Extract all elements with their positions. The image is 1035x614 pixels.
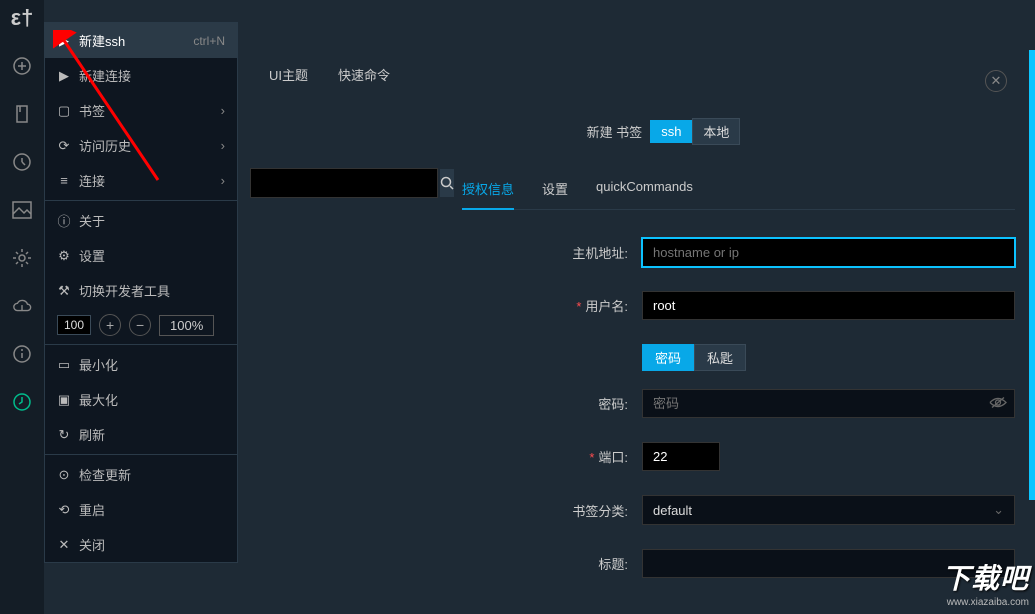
info-icon: ⓘ (57, 211, 71, 230)
eye-icon[interactable] (989, 396, 1007, 411)
search-box (250, 168, 438, 198)
menu-zoom: 100 + − 100% (45, 308, 237, 342)
restart-icon: ⟲ (57, 502, 71, 518)
menu-label: 刷新 (79, 425, 105, 444)
mode-label: 新建 书签 (587, 122, 643, 141)
gear-icon: ⚙ (57, 248, 71, 264)
plus-icon[interactable] (12, 56, 32, 76)
terminal-icon: ▶ (57, 68, 71, 84)
user-label: *用户名: (462, 296, 642, 315)
menu-label: 新建ssh (79, 31, 125, 50)
category-select[interactable]: default ⌄ (642, 495, 1015, 525)
menu-label: 关闭 (79, 535, 105, 554)
menu-label: 设置 (79, 246, 105, 265)
main-form: 新建 书签 ssh 本地 授权信息 设置 quickCommands 主机地址:… (462, 118, 1015, 614)
chevron-right-icon: › (221, 103, 225, 118)
menu-maximize[interactable]: ▣ 最大化 (45, 382, 237, 417)
close-icon: ✕ (57, 537, 71, 553)
title-input[interactable] (642, 549, 1015, 578)
host-label: 主机地址: (462, 243, 642, 262)
search-input[interactable] (251, 169, 440, 197)
settings-icon[interactable] (12, 248, 32, 268)
auth-tab-privatekey[interactable]: 私匙 (694, 344, 746, 371)
host-input[interactable] (642, 238, 1015, 267)
menu-minimize[interactable]: ▭ 最小化 (45, 347, 237, 382)
menu-close[interactable]: ✕ 关闭 (45, 527, 237, 562)
password-input[interactable] (642, 389, 1015, 418)
menu-label: 检查更新 (79, 465, 131, 484)
history-icon[interactable] (12, 152, 32, 172)
history-icon: ⟳ (57, 138, 71, 154)
menu-shortcut: ctrl+N (193, 34, 225, 48)
menu-refresh[interactable]: ↻ 刷新 (45, 417, 237, 452)
zoom-in-button[interactable]: + (99, 314, 121, 336)
close-panel-button[interactable]: ✕ (985, 70, 1007, 92)
form-tab-auth[interactable]: 授权信息 (462, 173, 514, 210)
menu-label: 访问历史 (79, 136, 131, 155)
auth-tab-password[interactable]: 密码 (642, 344, 694, 371)
refresh-icon: ↻ (57, 427, 71, 443)
menu-connections[interactable]: ≡ 连接 › (45, 163, 237, 198)
title-label: 标题: (462, 554, 642, 573)
wrench-icon: ⚒ (57, 283, 71, 299)
tab-ui-theme[interactable]: UI主题 (269, 65, 308, 84)
chevron-right-icon: › (221, 173, 225, 188)
port-input[interactable] (642, 442, 720, 471)
mode-tab-ssh[interactable]: ssh (650, 120, 692, 143)
menu-history[interactable]: ⟳ 访问历史 › (45, 128, 237, 163)
menu-about[interactable]: ⓘ 关于 (45, 203, 237, 238)
menu-label: 书签 (79, 101, 105, 120)
menu-label: 关于 (79, 211, 105, 230)
search-icon (440, 176, 454, 190)
app-logo: ε† (12, 8, 32, 28)
list-icon: ≡ (57, 173, 71, 188)
scrollbar[interactable] (1029, 50, 1035, 500)
image-icon[interactable] (12, 200, 32, 220)
form-tab-settings[interactable]: 设置 (542, 173, 568, 210)
menu-label: 新建连接 (79, 66, 131, 85)
menu-separator (45, 344, 237, 345)
username-input[interactable] (642, 291, 1015, 320)
menu-label: 最大化 (79, 390, 118, 409)
form-tab-quickcommands[interactable]: quickCommands (596, 173, 693, 210)
mode-tab-local[interactable]: 本地 (692, 118, 740, 145)
maximize-icon: ▣ (57, 392, 71, 408)
menu-label: 最小化 (79, 355, 118, 374)
cloud-icon[interactable] (12, 296, 32, 316)
password-label: 密码: (462, 394, 642, 413)
menu-devtools[interactable]: ⚒ 切换开发者工具 (45, 273, 237, 308)
menu-settings[interactable]: ⚙ 设置 (45, 238, 237, 273)
menu-check-update[interactable]: ⊙ 检查更新 (45, 457, 237, 492)
bookmark-icon: ▢ (57, 103, 71, 119)
menu-restart[interactable]: ⟲ 重启 (45, 492, 237, 527)
menu-new-ssh[interactable]: ▶ 新建ssh ctrl+N (45, 23, 237, 58)
menu-separator (45, 200, 237, 201)
menu-label: 重启 (79, 500, 105, 519)
menu-separator (45, 454, 237, 455)
context-menu: ▶ 新建ssh ctrl+N ▶ 新建连接 ▢ 书签 › ⟳ 访问历史 › ≡ … (44, 22, 238, 563)
menu-new-connection[interactable]: ▶ 新建连接 (45, 58, 237, 93)
zoom-out-button[interactable]: − (129, 314, 151, 336)
zoom-percent[interactable]: 100% (159, 315, 214, 336)
port-label: *端口: (462, 447, 642, 466)
sidebar: ε† (0, 0, 44, 614)
search-button[interactable] (440, 169, 454, 197)
minimize-icon: ▭ (57, 357, 71, 373)
menu-bookmarks[interactable]: ▢ 书签 › (45, 93, 237, 128)
bookmark-icon[interactable] (12, 104, 32, 124)
tab-quick-commands[interactable]: 快速命令 (338, 65, 390, 84)
terminal-icon: ▶ (57, 33, 71, 49)
chevron-down-icon: ⌄ (993, 502, 1004, 518)
info-icon[interactable] (12, 344, 32, 364)
zoom-value: 100 (57, 315, 91, 335)
category-value: default (653, 503, 692, 518)
update-icon: ⊙ (57, 467, 71, 483)
chevron-right-icon: › (221, 138, 225, 153)
sync-icon[interactable] (12, 392, 32, 412)
category-label: 书签分类: (462, 501, 642, 520)
menu-label: 切换开发者工具 (79, 281, 170, 300)
menu-label: 连接 (79, 171, 105, 190)
